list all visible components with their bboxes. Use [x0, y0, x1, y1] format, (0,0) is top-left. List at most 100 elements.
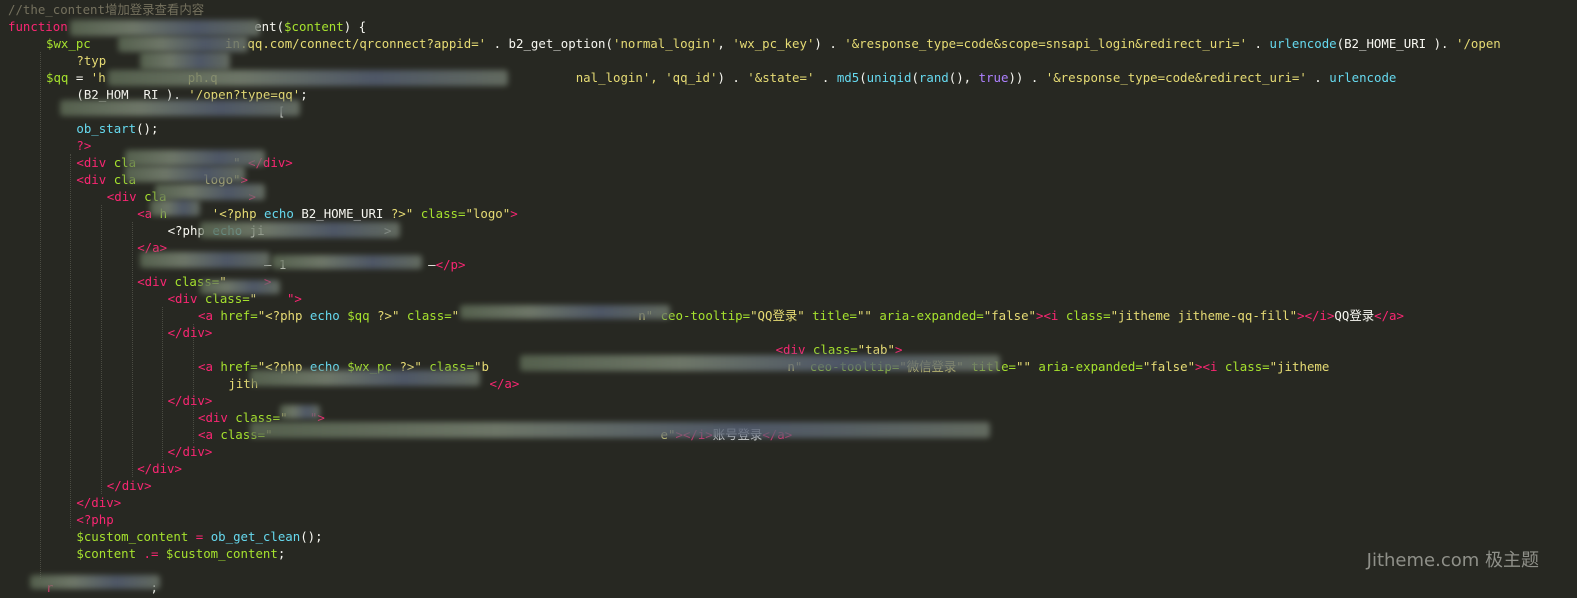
code-token: "jitheme jitheme-qq-fill"	[1110, 308, 1298, 323]
code-line[interactable]: </div>	[76, 494, 121, 511]
code-token: $custom_content	[76, 529, 189, 544]
code-token: </div>	[167, 444, 213, 459]
code-token: "false"	[983, 308, 1036, 323]
code-token: "QQ登录"	[750, 308, 805, 323]
code-token: ">	[286, 291, 302, 306]
redaction-blur	[125, 150, 265, 166]
code-token: title=	[804, 308, 857, 323]
code-token: $content	[284, 19, 344, 34]
code-token: urlencode	[1269, 36, 1337, 51]
code-line[interactable]: $content .= $custom_content;	[76, 545, 285, 562]
code-token: ob_start	[76, 121, 137, 136]
code-token: <a	[198, 427, 213, 442]
code-token: .	[486, 36, 509, 51]
code-token: =	[68, 70, 91, 85]
code-token: //the_content增加登录查看内容	[8, 2, 205, 17]
code-token: <div	[198, 410, 228, 425]
code-line[interactable]: <?php	[76, 511, 113, 528]
code-token: '&response_type=code&scope=snsapi_login&…	[844, 36, 1248, 51]
code-token: $wx_pc	[46, 36, 91, 51]
code-token: <a	[198, 359, 213, 374]
code-line[interactable]: </div>	[137, 460, 182, 477]
watermark: Jitheme.com 极主题	[1366, 550, 1539, 571]
code-token: </div>	[167, 325, 213, 340]
code-token: '<?php	[211, 206, 265, 221]
code-line[interactable]: ob_start();	[76, 120, 158, 137]
code-token: aria-expanded=	[871, 308, 984, 323]
redaction-blur	[250, 370, 480, 386]
redaction-blur	[520, 355, 1000, 371]
code-token: ?>	[76, 138, 92, 153]
code-token: ) .	[814, 36, 845, 51]
code-token: </p>	[435, 257, 466, 272]
code-token: .=	[136, 546, 166, 561]
code-token: (),	[948, 70, 979, 85]
code-line[interactable]: //the_content增加登录查看内容	[8, 1, 204, 18]
code-token: <a	[198, 308, 213, 323]
code-token: ,	[717, 36, 733, 51]
code-token: "false"	[1142, 359, 1196, 374]
code-line[interactable]: <a href="<?php echo $qq ?>" class=" n" c…	[198, 307, 1404, 324]
code-token: nal_login', 'qq_id'	[575, 70, 718, 85]
code-token: md5	[836, 70, 860, 85]
code-token: '&state='	[747, 70, 815, 85]
code-line[interactable]: $wx_pc in.qq.com/connect/qrconnect?appid…	[46, 35, 1501, 52]
code-token: <?php	[76, 512, 114, 527]
code-token: class=	[413, 206, 466, 221]
redaction-blur	[272, 255, 422, 269]
code-token: <i	[1043, 308, 1059, 323]
code-line[interactable]: ?typ	[76, 52, 106, 69]
redaction-blur	[200, 222, 400, 238]
code-line[interactable]: </div>	[168, 324, 213, 341]
code-token: (	[605, 36, 613, 51]
code-token: rand	[918, 70, 949, 85]
redaction-blur	[250, 422, 990, 438]
code-token: =	[188, 529, 211, 544]
code-token: >	[1297, 308, 1305, 323]
code-token: .	[814, 70, 837, 85]
code-token: </div>	[167, 393, 213, 408]
code-token: ();	[136, 121, 159, 136]
redaction-blur	[280, 405, 320, 419]
code-token: in.qq.com/connect/qrconnect?appid='	[225, 36, 487, 51]
code-token: </i>	[1304, 308, 1335, 323]
code-token: echo	[264, 206, 294, 221]
code-editor[interactable]: //the_content增加登录查看内容 function ent($conte…	[0, 0, 1577, 598]
redaction-blur	[70, 20, 260, 36]
code-token: <div	[167, 291, 198, 306]
code-token: true	[978, 70, 1009, 85]
code-token: $qq	[46, 70, 69, 85]
code-token: ob_get_clean	[210, 529, 301, 544]
redaction-blur	[140, 52, 230, 70]
redaction-blur	[460, 305, 670, 319]
code-token: ?>"	[377, 308, 400, 323]
code-token: .	[1247, 36, 1270, 51]
indent-guide	[70, 154, 71, 528]
code-token: <i	[1202, 359, 1218, 374]
code-token: b2_get_option	[508, 36, 606, 51]
code-token: ) {	[343, 19, 367, 34]
code-token: "<?php	[257, 308, 310, 323]
redaction-blur	[30, 575, 160, 589]
code-line[interactable]: $custom_content = ob_get_clean();	[76, 528, 322, 545]
code-token: </div>	[137, 461, 182, 476]
code-token: echo	[309, 308, 340, 323]
code-token: ?typ	[76, 53, 107, 68]
code-token: )) .	[1008, 70, 1046, 85]
indent-guide	[101, 205, 102, 494]
indent-guide	[132, 222, 133, 477]
code-line[interactable]: </div>	[168, 392, 213, 409]
redaction-blur	[140, 252, 270, 268]
code-token: </a>	[1374, 308, 1404, 323]
redaction-blur	[108, 70, 508, 86]
code-token: class=	[1217, 359, 1270, 374]
redaction-blur	[155, 184, 265, 200]
redaction-blur	[60, 100, 300, 116]
code-line[interactable]: </div>	[107, 477, 152, 494]
code-line[interactable]: ?>	[76, 137, 91, 154]
indent-guide	[193, 324, 194, 443]
code-token: urlencode	[1329, 70, 1397, 85]
code-line[interactable]: </div>	[168, 443, 213, 460]
code-token: $custom_content	[165, 546, 278, 561]
code-token: </a>	[489, 376, 520, 391]
